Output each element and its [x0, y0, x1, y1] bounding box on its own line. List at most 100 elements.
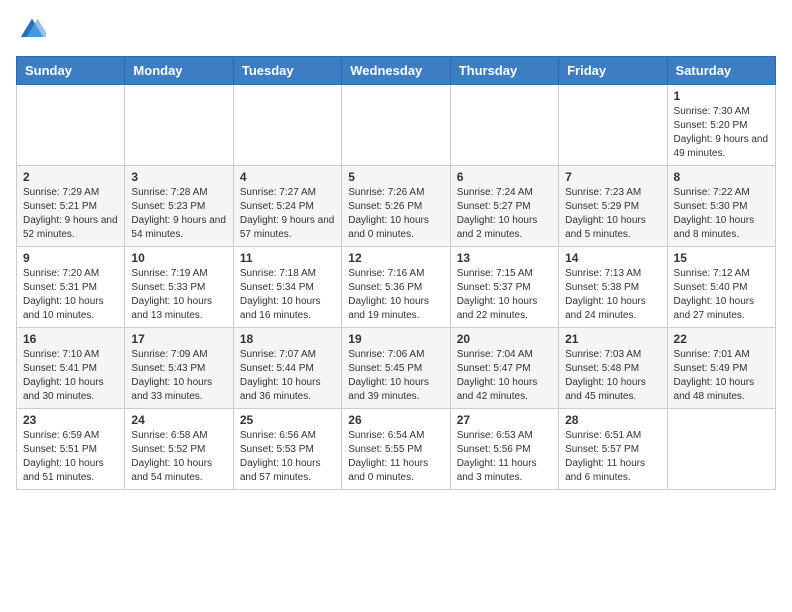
day-info: Sunrise: 7:18 AM Sunset: 5:34 PM Dayligh…: [240, 267, 335, 323]
day-cell: 26 Sunrise: 6:54 AM Sunset: 5:55 PM Dayli…: [342, 409, 450, 490]
day-info: Sunrise: 7:16 AM Sunset: 5:36 PM Dayligh…: [348, 267, 443, 323]
day-info: Sunrise: 7:28 AM Sunset: 5:23 PM Dayligh…: [131, 186, 226, 242]
day-cell: 20 Sunrise: 7:04 AM Sunset: 5:47 PM Dayli…: [450, 328, 558, 409]
week-row-0: 1Sunrise: 7:30 AM Sunset: 5:20 PM Daylig…: [17, 85, 776, 166]
day-number: 26: [348, 413, 443, 427]
day-cell: 2Sunrise: 7:29 AM Sunset: 5:21 PM Daylig…: [17, 166, 125, 247]
day-cell: 16 Sunrise: 7:10 AM Sunset: 5:41 PM Dayli…: [17, 328, 125, 409]
day-number: 3: [131, 170, 226, 184]
day-info: Sunrise: 7:19 AM Sunset: 5:33 PM Dayligh…: [131, 267, 226, 323]
day-cell: 27 Sunrise: 6:53 AM Sunset: 5:56 PM Dayli…: [450, 409, 558, 490]
day-cell: 7 Sunrise: 7:23 AM Sunset: 5:29 PM Daylig…: [559, 166, 667, 247]
day-number: 9: [23, 251, 118, 265]
day-info: Sunrise: 7:10 AM Sunset: 5:41 PM Dayligh…: [23, 348, 118, 404]
day-info: Sunrise: 6:53 AM Sunset: 5:56 PM Dayligh…: [457, 429, 552, 485]
day-info: Sunrise: 7:20 AM Sunset: 5:31 PM Dayligh…: [23, 267, 118, 323]
day-cell: 4 Sunrise: 7:27 AM Sunset: 5:24 PM Daylig…: [233, 166, 341, 247]
day-cell: 5 Sunrise: 7:26 AM Sunset: 5:26 PM Daylig…: [342, 166, 450, 247]
day-info: Sunrise: 7:07 AM Sunset: 5:44 PM Dayligh…: [240, 348, 335, 404]
week-row-1: 2Sunrise: 7:29 AM Sunset: 5:21 PM Daylig…: [17, 166, 776, 247]
day-cell: 9 Sunrise: 7:20 AM Sunset: 5:31 PM Daylig…: [17, 247, 125, 328]
day-info: Sunrise: 6:59 AM Sunset: 5:51 PM Dayligh…: [23, 429, 118, 485]
logo: [16, 16, 46, 44]
day-cell: [233, 85, 341, 166]
day-number: 8: [674, 170, 769, 184]
day-cell: 13 Sunrise: 7:15 AM Sunset: 5:37 PM Dayli…: [450, 247, 558, 328]
day-cell: 6 Sunrise: 7:24 AM Sunset: 5:27 PM Daylig…: [450, 166, 558, 247]
day-info: Sunrise: 7:23 AM Sunset: 5:29 PM Dayligh…: [565, 186, 660, 242]
day-cell: 24Sunrise: 6:58 AM Sunset: 5:52 PM Dayli…: [125, 409, 233, 490]
week-row-2: 9 Sunrise: 7:20 AM Sunset: 5:31 PM Daylig…: [17, 247, 776, 328]
day-cell: 3 Sunrise: 7:28 AM Sunset: 5:23 PM Daylig…: [125, 166, 233, 247]
day-cell: 14Sunrise: 7:13 AM Sunset: 5:38 PM Dayli…: [559, 247, 667, 328]
day-cell: 17 Sunrise: 7:09 AM Sunset: 5:43 PM Dayli…: [125, 328, 233, 409]
calendar-body: 1Sunrise: 7:30 AM Sunset: 5:20 PM Daylig…: [17, 85, 776, 490]
header: [16, 16, 776, 44]
day-cell: 1Sunrise: 7:30 AM Sunset: 5:20 PM Daylig…: [667, 85, 775, 166]
day-number: 16: [23, 332, 118, 346]
day-number: 24: [131, 413, 226, 427]
day-info: Sunrise: 7:15 AM Sunset: 5:37 PM Dayligh…: [457, 267, 552, 323]
day-info: Sunrise: 7:01 AM Sunset: 5:49 PM Dayligh…: [674, 348, 769, 404]
day-cell: 8 Sunrise: 7:22 AM Sunset: 5:30 PM Daylig…: [667, 166, 775, 247]
day-number: 12: [348, 251, 443, 265]
calendar-header: SundayMondayTuesdayWednesdayThursdayFrid…: [17, 57, 776, 85]
day-cell: 12 Sunrise: 7:16 AM Sunset: 5:36 PM Dayli…: [342, 247, 450, 328]
day-cell: 11 Sunrise: 7:18 AM Sunset: 5:34 PM Dayli…: [233, 247, 341, 328]
day-cell: 10 Sunrise: 7:19 AM Sunset: 5:33 PM Dayli…: [125, 247, 233, 328]
day-number: 21: [565, 332, 660, 346]
day-number: 19: [348, 332, 443, 346]
day-number: 23: [23, 413, 118, 427]
day-number: 7: [565, 170, 660, 184]
day-number: 4: [240, 170, 335, 184]
day-info: Sunrise: 7:04 AM Sunset: 5:47 PM Dayligh…: [457, 348, 552, 404]
day-cell: [559, 85, 667, 166]
day-number: 10: [131, 251, 226, 265]
week-row-3: 16 Sunrise: 7:10 AM Sunset: 5:41 PM Dayli…: [17, 328, 776, 409]
day-info: Sunrise: 6:51 AM Sunset: 5:57 PM Dayligh…: [565, 429, 660, 485]
day-number: 18: [240, 332, 335, 346]
day-cell: 23 Sunrise: 6:59 AM Sunset: 5:51 PM Dayli…: [17, 409, 125, 490]
day-info: Sunrise: 7:09 AM Sunset: 5:43 PM Dayligh…: [131, 348, 226, 404]
day-cell: [450, 85, 558, 166]
header-cell-sunday: Sunday: [17, 57, 125, 85]
day-number: 28: [565, 413, 660, 427]
day-cell: [17, 85, 125, 166]
day-number: 22: [674, 332, 769, 346]
day-cell: 21 Sunrise: 7:03 AM Sunset: 5:48 PM Dayli…: [559, 328, 667, 409]
day-info: Sunrise: 7:03 AM Sunset: 5:48 PM Dayligh…: [565, 348, 660, 404]
day-cell: 18 Sunrise: 7:07 AM Sunset: 5:44 PM Dayli…: [233, 328, 341, 409]
day-number: 6: [457, 170, 552, 184]
day-number: 17: [131, 332, 226, 346]
day-cell: [125, 85, 233, 166]
day-cell: 19 Sunrise: 7:06 AM Sunset: 5:45 PM Dayli…: [342, 328, 450, 409]
day-cell: [667, 409, 775, 490]
logo-icon: [18, 16, 46, 44]
day-cell: 28 Sunrise: 6:51 AM Sunset: 5:57 PM Dayli…: [559, 409, 667, 490]
day-info: Sunrise: 7:30 AM Sunset: 5:20 PM Dayligh…: [674, 105, 769, 161]
day-number: 13: [457, 251, 552, 265]
header-cell-tuesday: Tuesday: [233, 57, 341, 85]
day-cell: 25 Sunrise: 6:56 AM Sunset: 5:53 PM Dayli…: [233, 409, 341, 490]
day-cell: [342, 85, 450, 166]
day-info: Sunrise: 7:22 AM Sunset: 5:30 PM Dayligh…: [674, 186, 769, 242]
day-info: Sunrise: 7:06 AM Sunset: 5:45 PM Dayligh…: [348, 348, 443, 404]
day-number: 20: [457, 332, 552, 346]
day-number: 15: [674, 251, 769, 265]
day-info: Sunrise: 6:54 AM Sunset: 5:55 PM Dayligh…: [348, 429, 443, 485]
day-number: 27: [457, 413, 552, 427]
header-row: SundayMondayTuesdayWednesdayThursdayFrid…: [17, 57, 776, 85]
calendar-table: SundayMondayTuesdayWednesdayThursdayFrid…: [16, 56, 776, 490]
day-info: Sunrise: 7:12 AM Sunset: 5:40 PM Dayligh…: [674, 267, 769, 323]
day-cell: 22 Sunrise: 7:01 AM Sunset: 5:49 PM Dayli…: [667, 328, 775, 409]
day-info: Sunrise: 7:24 AM Sunset: 5:27 PM Dayligh…: [457, 186, 552, 242]
header-cell-friday: Friday: [559, 57, 667, 85]
day-number: 25: [240, 413, 335, 427]
day-number: 5: [348, 170, 443, 184]
day-info: Sunrise: 6:56 AM Sunset: 5:53 PM Dayligh…: [240, 429, 335, 485]
header-cell-saturday: Saturday: [667, 57, 775, 85]
day-number: 11: [240, 251, 335, 265]
header-cell-wednesday: Wednesday: [342, 57, 450, 85]
day-info: Sunrise: 7:26 AM Sunset: 5:26 PM Dayligh…: [348, 186, 443, 242]
day-info: Sunrise: 7:27 AM Sunset: 5:24 PM Dayligh…: [240, 186, 335, 242]
